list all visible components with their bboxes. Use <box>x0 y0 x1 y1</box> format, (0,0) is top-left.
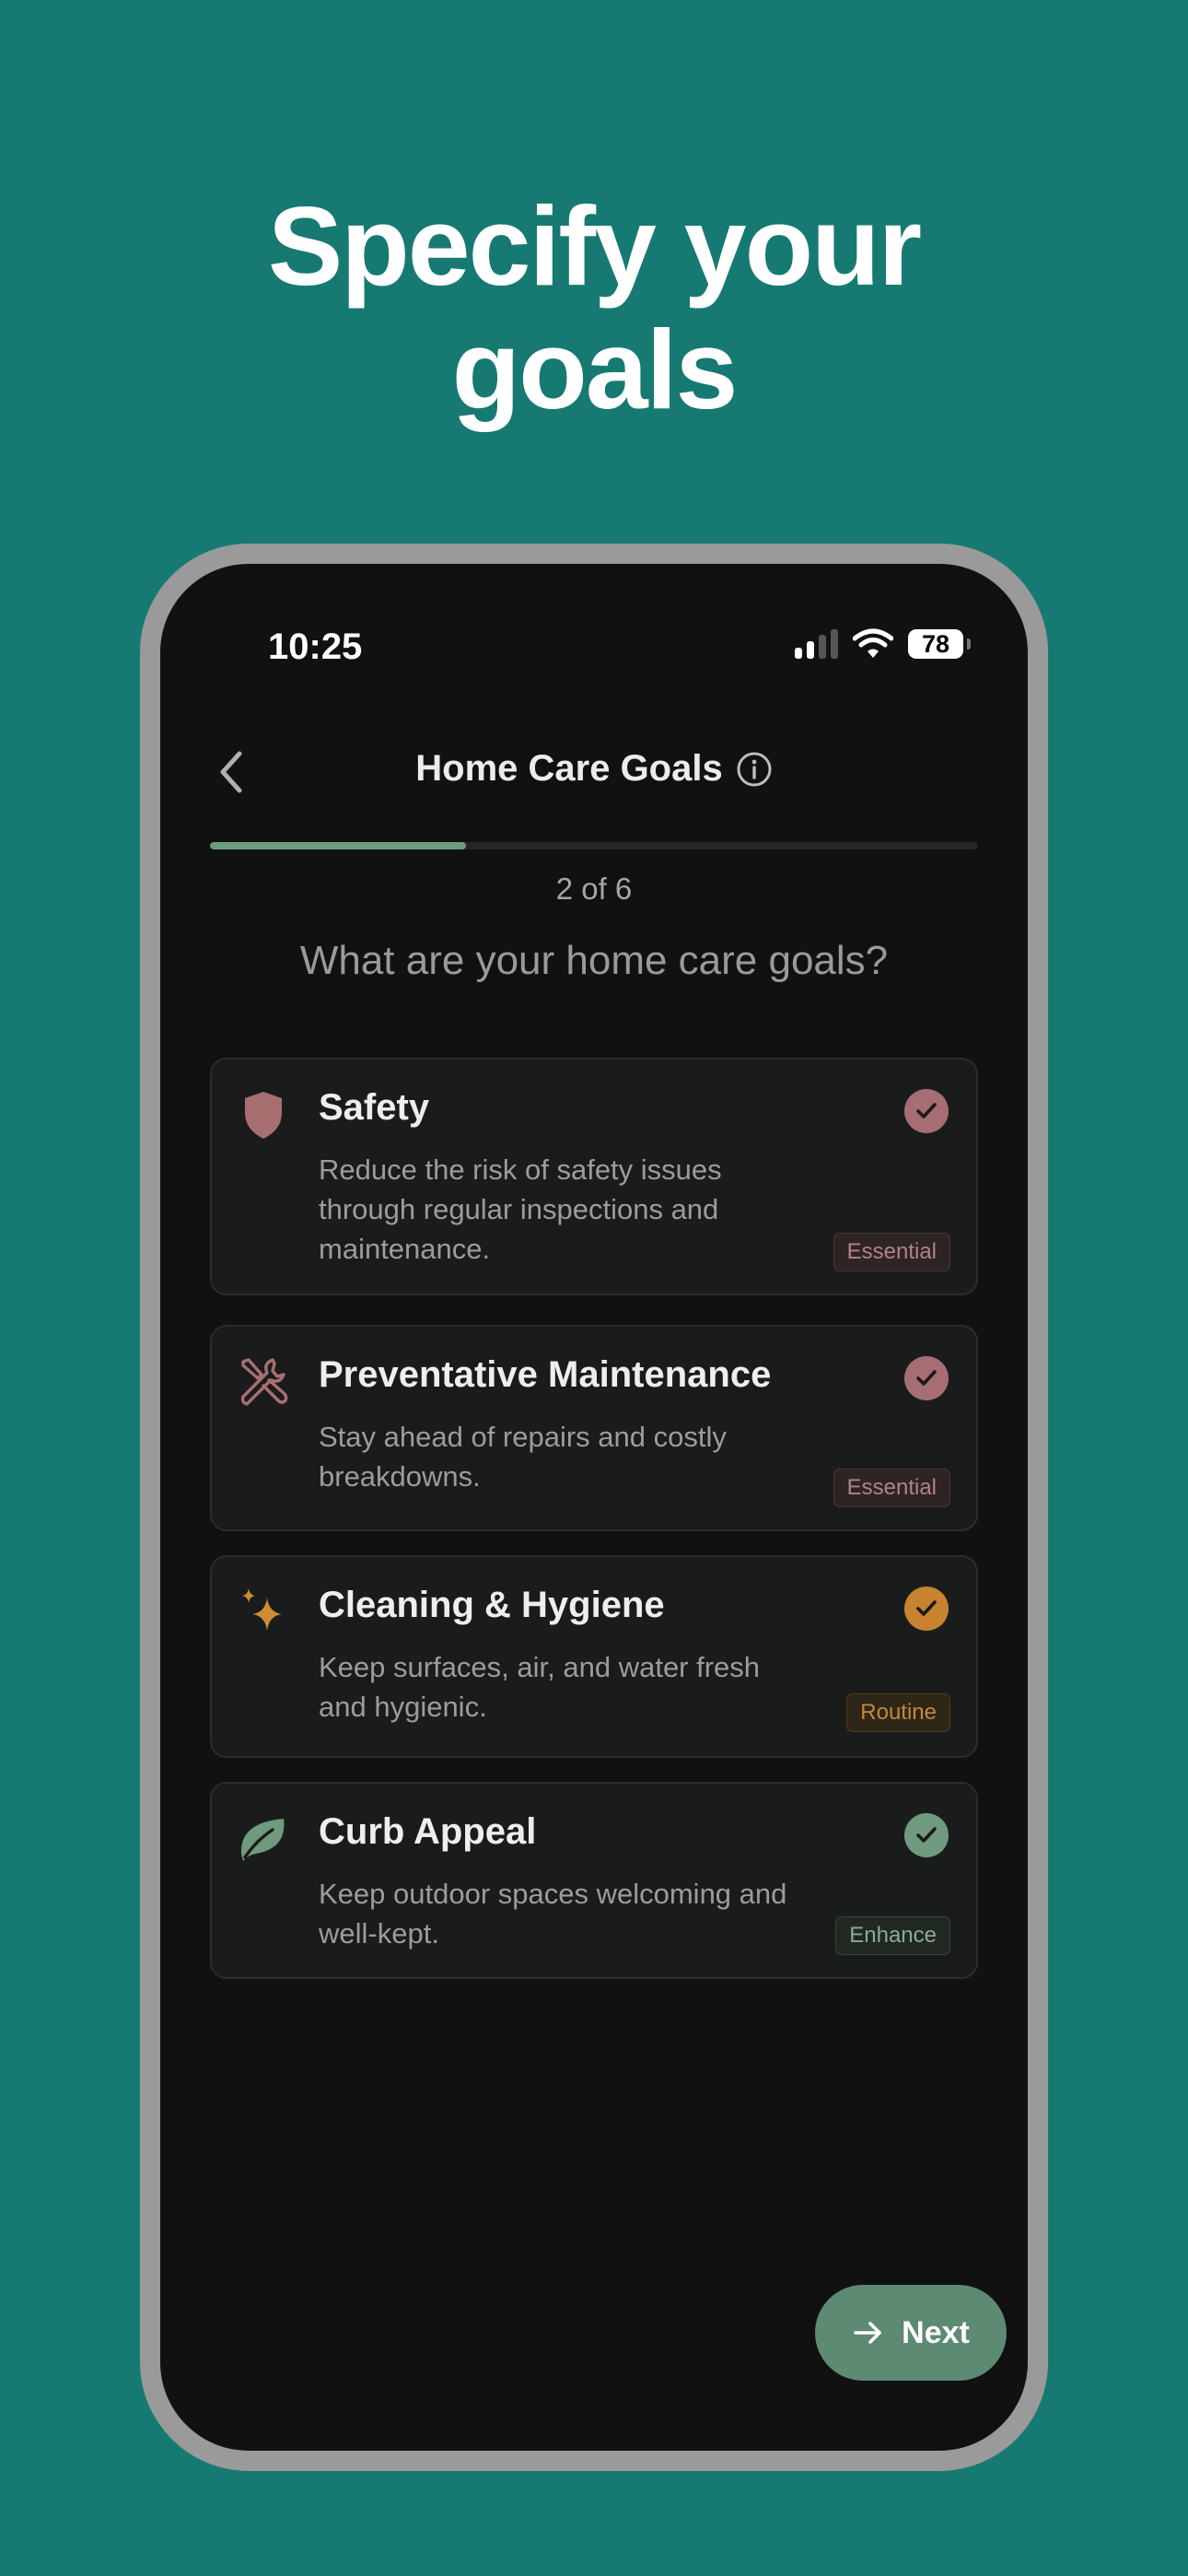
progress-fill <box>210 842 466 849</box>
leaf-icon <box>240 1819 285 1861</box>
wifi-icon <box>853 628 893 658</box>
checkmark-icon[interactable] <box>904 1813 949 1857</box>
goal-tag: Essential <box>833 1233 950 1271</box>
checkmark-icon[interactable] <box>904 1089 949 1133</box>
shield-icon <box>245 1092 282 1139</box>
goal-title: Safety <box>319 1087 430 1128</box>
next-button-label: Next <box>902 2314 970 2350</box>
goal-description: Stay ahead of repairs and costly breakdo… <box>319 1421 727 1493</box>
goal-card-curb-appeal[interactable]: Curb Appeal Keep outdoor spaces welcomin… <box>210 1782 978 1979</box>
status-icons: 78 <box>795 628 971 660</box>
progress-bar <box>210 842 978 849</box>
checkmark-icon[interactable] <box>904 1356 949 1400</box>
goal-card-safety[interactable]: Safety Reduce the risk of safety issues … <box>210 1058 978 1295</box>
goal-tag: Enhance <box>835 1916 950 1955</box>
question-heading: What are your home care goals? <box>299 938 889 983</box>
info-icon[interactable] <box>736 751 773 788</box>
checkmark-icon[interactable] <box>904 1587 949 1631</box>
goal-tag: Routine <box>846 1693 950 1732</box>
next-button[interactable]: Next <box>815 2285 1007 2381</box>
sparkle-icon <box>242 1588 282 1631</box>
cellular-signal-icon <box>795 629 838 659</box>
phone-frame: 10:25 78 Home Care Goals 2 of 6 What are… <box>140 544 1048 2471</box>
goal-title: Cleaning & Hygiene <box>319 1585 665 1625</box>
headline-line-2: goals <box>451 307 739 432</box>
goal-title: Curb Appeal <box>319 1811 537 1852</box>
promo-headline: Specify your goals <box>0 184 1188 431</box>
step-counter: 2 of 6 <box>555 872 633 906</box>
goal-title: Preventative Maintenance <box>319 1354 772 1395</box>
goal-tag: Essential <box>833 1469 950 1507</box>
page-title: Home Care Goals <box>415 748 723 789</box>
goal-card-cleaning-hygiene[interactable]: Cleaning & Hygiene Keep surfaces, air, a… <box>210 1555 978 1758</box>
goal-description: Keep surfaces, air, and water fresh and … <box>319 1651 761 1723</box>
goal-description: Keep outdoor spaces welcoming and well-k… <box>319 1878 787 1950</box>
arrow-right-icon <box>854 2322 881 2344</box>
goal-card-preventative-maintenance[interactable]: Preventative Maintenance Stay ahead of r… <box>210 1325 978 1531</box>
tools-icon <box>240 1358 288 1406</box>
headline-line-1: Specify your <box>267 183 922 309</box>
battery-level: 78 <box>921 629 950 658</box>
nav-header: Home Care Goals <box>160 748 1028 790</box>
status-time: 10:25 <box>268 626 363 667</box>
battery-icon: 78 <box>908 629 971 659</box>
goal-description: Reduce the risk of safety issues through… <box>319 1153 722 1265</box>
phone-screen: 10:25 78 Home Care Goals 2 of 6 What are… <box>160 564 1028 2451</box>
